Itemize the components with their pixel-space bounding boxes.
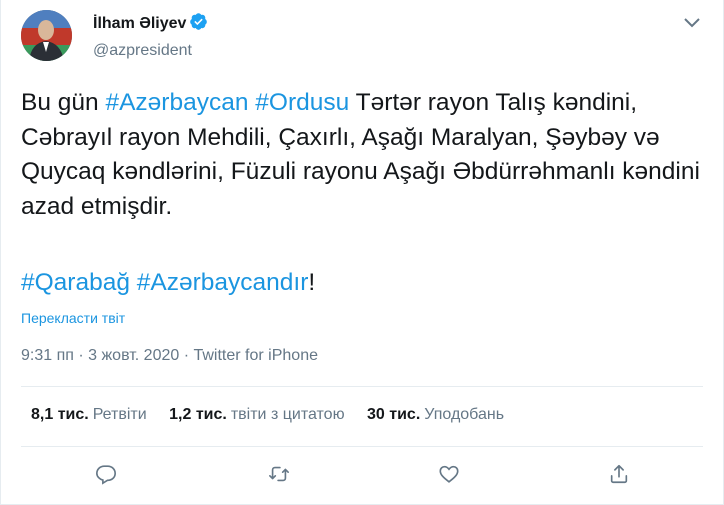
retweets-stat[interactable]: 8,1 тис. Ретвіти: [31, 406, 147, 424]
tweet-text: Bu gün #Azərbaycan #Ordusu Tərtər rayon …: [21, 86, 711, 224]
hashtag-link[interactable]: #Qarabağ: [21, 269, 130, 296]
tweet-text-segment: [130, 269, 137, 296]
likes-stat[interactable]: 30 тис. Уподобань: [367, 406, 504, 424]
author-block: İlham Əliyev @azpresident: [93, 12, 208, 60]
quotes-count: 1,2 тис.: [169, 406, 227, 423]
divider: [21, 386, 703, 387]
hashtag-line: #Qarabağ #Azərbaycandır!: [21, 266, 315, 300]
retweets-label: Ретвіти: [92, 406, 147, 423]
chevron-down-icon[interactable]: [683, 16, 701, 30]
tweet-text-segment: !: [308, 269, 316, 296]
translate-tweet-link[interactable]: Перекласти твіт: [21, 310, 125, 326]
verified-badge-icon: [189, 12, 208, 36]
hashtag-link[interactable]: #Azərbaycan: [105, 89, 248, 116]
reply-icon[interactable]: [90, 458, 122, 490]
avatar[interactable]: [21, 10, 72, 61]
tweet-text-segment: Bu gün: [21, 89, 106, 116]
quotes-label: твіти з цитатою: [230, 406, 345, 423]
tweet-actions: [1, 458, 724, 490]
share-icon[interactable]: [603, 458, 635, 490]
tweet-timestamp[interactable]: 9:31 пп · 3 жовт. 2020 · Twitter for iPh…: [21, 347, 318, 365]
handle[interactable]: @azpresident: [93, 42, 208, 60]
display-name[interactable]: İlham Əliyev: [93, 15, 186, 33]
hashtag-link[interactable]: #Ordusu: [255, 89, 349, 116]
avatar-image: [21, 10, 72, 61]
likes-count: 30 тис.: [367, 406, 421, 423]
tweet-card: İlham Əliyev @azpresident Bu gün #Azərba…: [0, 0, 724, 505]
retweets-count: 8,1 тис.: [31, 406, 89, 423]
quotes-stat[interactable]: 1,2 тис. твіти з цитатою: [169, 406, 344, 424]
retweet-icon[interactable]: [263, 458, 295, 490]
like-icon[interactable]: [433, 458, 465, 490]
divider: [21, 446, 703, 447]
tweet-stats: 8,1 тис. Ретвіти 1,2 тис. твіти з цитатою …: [31, 406, 522, 424]
hashtag-link[interactable]: #Azərbaycandır: [137, 269, 309, 296]
likes-label: Уподобань: [424, 406, 505, 423]
